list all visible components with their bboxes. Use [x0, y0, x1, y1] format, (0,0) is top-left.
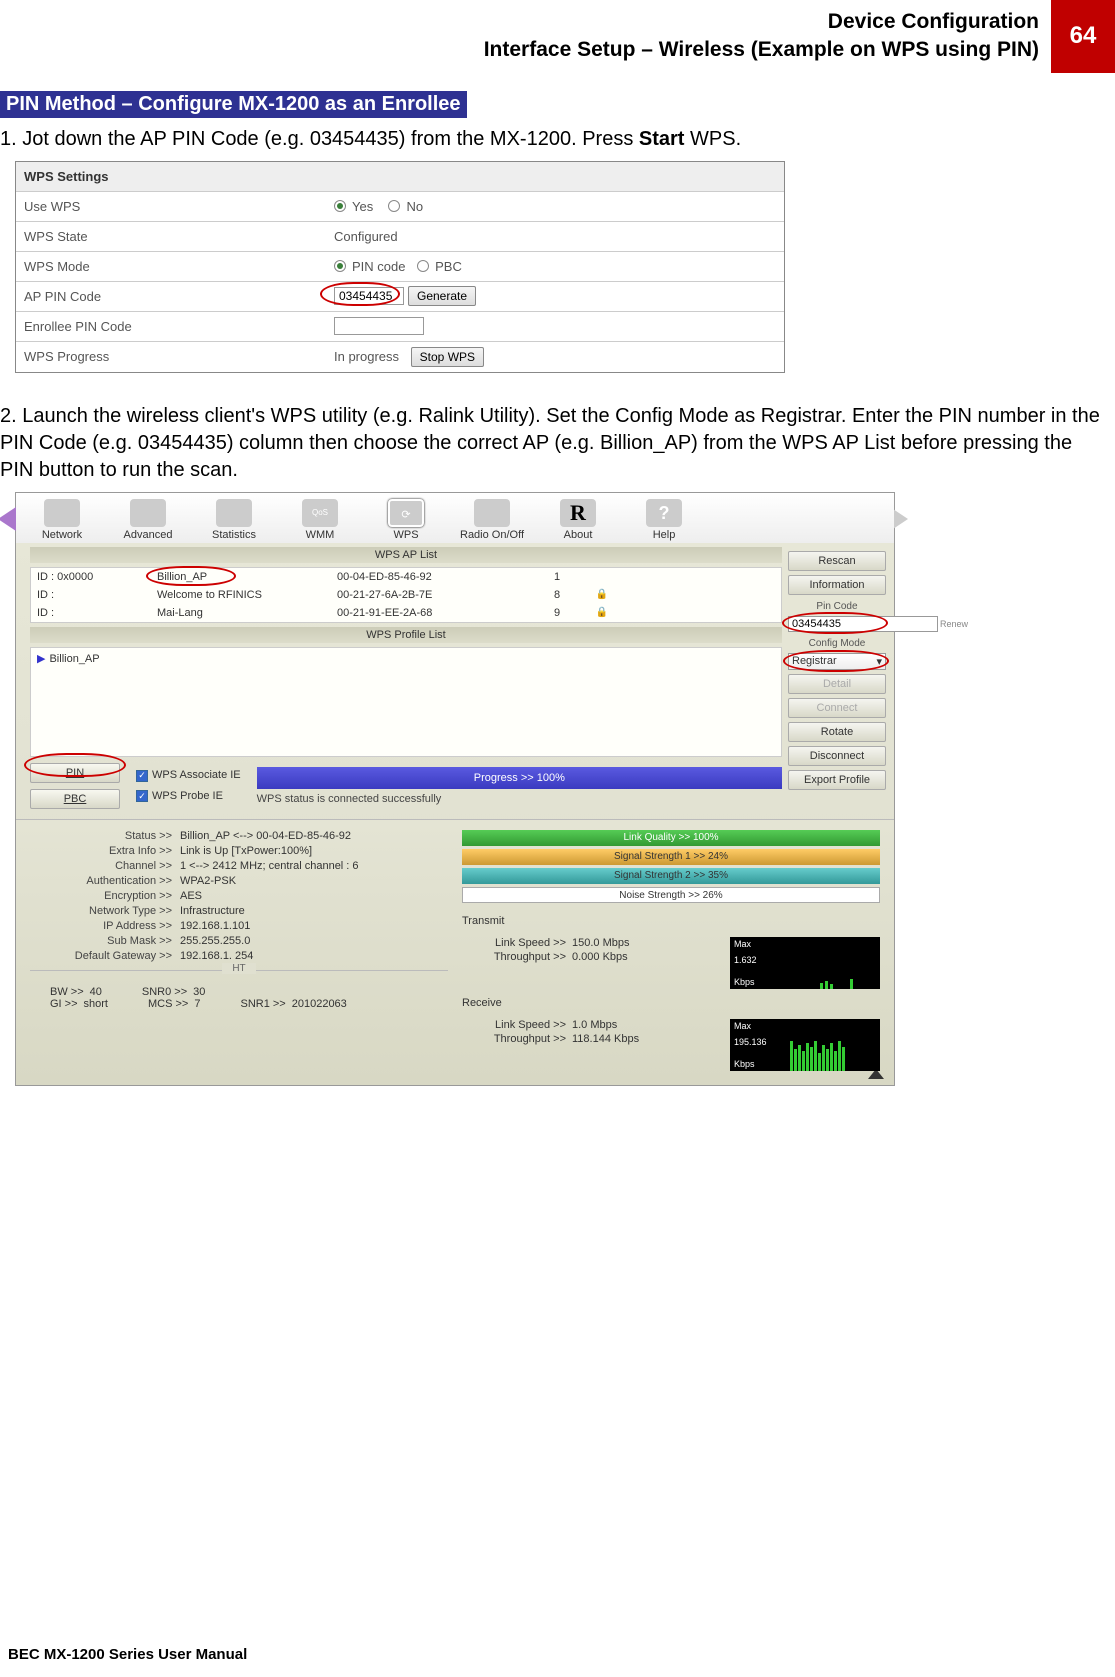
step-1-text: 1. Jot down the AP PIN Code (e.g. 034544… — [0, 126, 1107, 153]
gear-icon — [130, 499, 166, 527]
nav-about[interactable]: RAbout — [540, 499, 616, 541]
qos-icon: QoS — [302, 499, 338, 527]
nav-wps[interactable]: ⟳WPS — [368, 499, 444, 541]
wps-probe-checkbox[interactable]: ✓ — [136, 790, 148, 802]
wps-progress-value: In progress — [334, 349, 399, 364]
nav-radio[interactable]: Radio On/Off — [454, 499, 530, 541]
ralink-utility-window: Network Advanced Statistics QoSWMM ⟳ WPS … — [15, 492, 895, 1086]
ralink-toolbar: Network Advanced Statistics QoSWMM ⟳WPS … — [16, 493, 894, 543]
disconnect-button[interactable]: Disconnect — [788, 746, 886, 766]
connect-button[interactable]: Connect — [788, 698, 886, 718]
nav-statistics[interactable]: Statistics — [196, 499, 272, 541]
footer-text: BEC MX-1200 Series User Manual — [8, 1646, 247, 1663]
wps-settings-panel: WPS Settings Use WPS Yes No WPS State Co… — [15, 161, 785, 373]
pbc-button[interactable]: PBC — [30, 789, 120, 809]
use-wps-no-radio[interactable] — [388, 200, 400, 212]
pin-code-label: Pin Code — [788, 601, 886, 612]
nav-advanced[interactable]: Advanced — [110, 499, 186, 541]
nav-wmm[interactable]: QoSWMM — [282, 499, 358, 541]
wps-state-label: WPS State — [16, 224, 326, 249]
header-line2: Interface Setup – Wireless (Example on W… — [0, 36, 1039, 64]
enrollee-pin-input[interactable] — [334, 317, 424, 335]
wps-associate-checkbox[interactable]: ✓ — [136, 770, 148, 782]
wps-mode-pbc-radio[interactable] — [417, 260, 429, 272]
section-title: PIN Method – Configure MX-1200 as an Enr… — [0, 91, 467, 118]
generate-button[interactable]: Generate — [408, 286, 476, 306]
pin-code-input[interactable] — [788, 616, 938, 632]
receive-graph: Max 195.136 Kbps — [730, 1019, 880, 1071]
wps-icon: ⟳ — [388, 499, 424, 527]
wps-progress-bar: Progress >> 100% — [257, 767, 782, 789]
dropdown-icon: ▾ — [876, 655, 882, 668]
renew-link[interactable]: Renew — [940, 619, 968, 629]
noise-strength-bar: Noise Strength >> 26% — [462, 887, 880, 903]
use-wps-label: Use WPS — [16, 194, 326, 219]
wps-mode-pin-radio[interactable] — [334, 260, 346, 272]
export-profile-button[interactable]: Export Profile — [788, 770, 886, 790]
ap-pin-label: AP PIN Code — [16, 284, 326, 309]
signal-strength-2-bar: Signal Strength 2 >> 35% — [462, 868, 880, 884]
information-button[interactable]: Information — [788, 575, 886, 595]
detail-button[interactable]: Detail — [788, 674, 886, 694]
status-pane: Status >>Billion_AP <--> 00-04-ED-85-46-… — [16, 819, 894, 1085]
link-quality-bar: Link Quality >> 100% — [462, 830, 880, 846]
step-2-text: 2. Launch the wireless client's WPS util… — [0, 403, 1107, 484]
stop-wps-button[interactable]: Stop WPS — [411, 347, 484, 367]
header-line1: Device Configuration — [0, 8, 1039, 36]
wps-progress-label: WPS Progress — [16, 344, 326, 369]
wps-ap-list[interactable]: ID : 0x0000 Billion_AP 00-04-ED-85-46-92… — [30, 567, 782, 623]
wps-mode-label: WPS Mode — [16, 254, 326, 279]
ap-list-title: WPS AP List — [30, 547, 782, 563]
use-wps-yes-radio[interactable] — [334, 200, 346, 212]
wps-profile-list[interactable]: ▶Billion_AP — [30, 647, 782, 757]
page-number-badge: 64 — [1051, 0, 1115, 73]
prev-arrow-icon[interactable] — [0, 507, 16, 531]
pin-button[interactable]: PIN — [30, 763, 120, 783]
ap-row: ID : Mai-Lang 00-21-91-EE-2A-68 9 🔒 — [31, 604, 781, 622]
ap-row: ID : 0x0000 Billion_AP 00-04-ED-85-46-92… — [31, 568, 781, 586]
help-icon: ? — [646, 499, 682, 527]
transmit-graph: Max 1.632 Kbps — [730, 937, 880, 989]
header-title: Device Configuration Interface Setup – W… — [0, 0, 1051, 73]
config-mode-label: Config Mode — [788, 638, 886, 649]
wps-state-value: Configured — [326, 225, 784, 248]
ap-pin-input[interactable] — [334, 287, 404, 305]
about-icon: R — [560, 499, 596, 527]
nav-help[interactable]: ?Help — [626, 499, 702, 541]
enrollee-pin-label: Enrollee PIN Code — [16, 314, 326, 339]
page-header: Device Configuration Interface Setup – W… — [0, 0, 1115, 73]
profile-list-title: WPS Profile List — [30, 627, 782, 643]
signal-strength-1-bar: Signal Strength 1 >> 24% — [462, 849, 880, 865]
router-icon — [44, 499, 80, 527]
wps-settings-heading: WPS Settings — [16, 164, 326, 189]
ap-row: ID : Welcome to RFINICS 00-21-27-6A-2B-7… — [31, 586, 781, 604]
profile-marker-icon: ▶ — [37, 653, 45, 665]
rotate-button[interactable]: Rotate — [788, 722, 886, 742]
nav-network[interactable]: Network — [24, 499, 100, 541]
calculator-icon — [216, 499, 252, 527]
antenna-icon — [474, 499, 510, 527]
config-mode-select[interactable]: Registrar ▾ — [788, 653, 886, 670]
wps-status-text: WPS status is connected successfully — [257, 793, 782, 805]
rescan-button[interactable]: Rescan — [788, 551, 886, 571]
